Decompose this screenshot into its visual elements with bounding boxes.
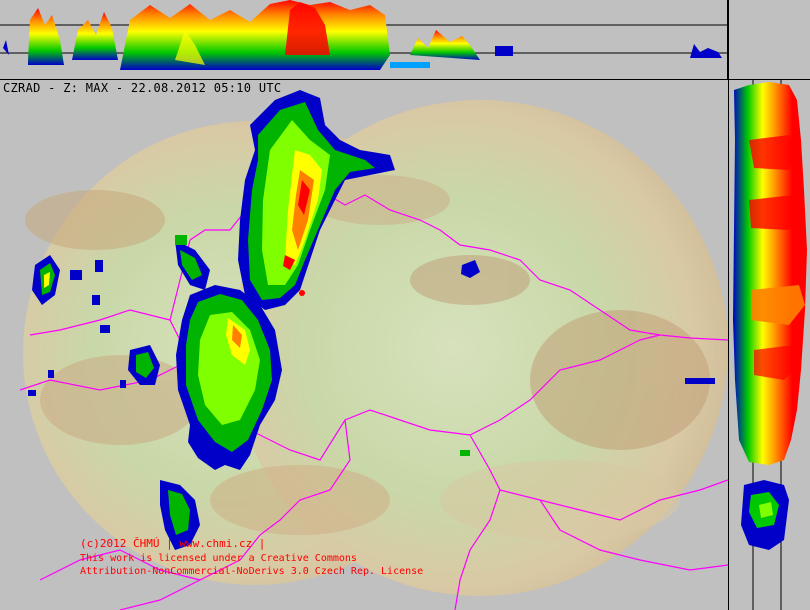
radar-site-marker [299,290,305,296]
top-projection-echoes [0,0,727,70]
license-text-line-1: This work is licensed under a Creative C… [80,553,357,564]
radar-composite-map [19,90,728,610]
top-projection-panel [0,0,728,80]
radar-product-title: CZRAD - Z: MAX - 22.08.2012 05:10 UTC [3,81,282,95]
radar-map [0,80,728,610]
corner-box [728,0,810,80]
license-text-line-2: Attribution-NonCommercial-NoDerivs 3.0 C… [80,566,424,577]
copyright-link[interactable]: (c)2012 ČHMÚ | www.chmi.cz | [80,537,265,550]
side-projection-echoes [733,80,807,610]
side-projection-panel [728,80,810,610]
